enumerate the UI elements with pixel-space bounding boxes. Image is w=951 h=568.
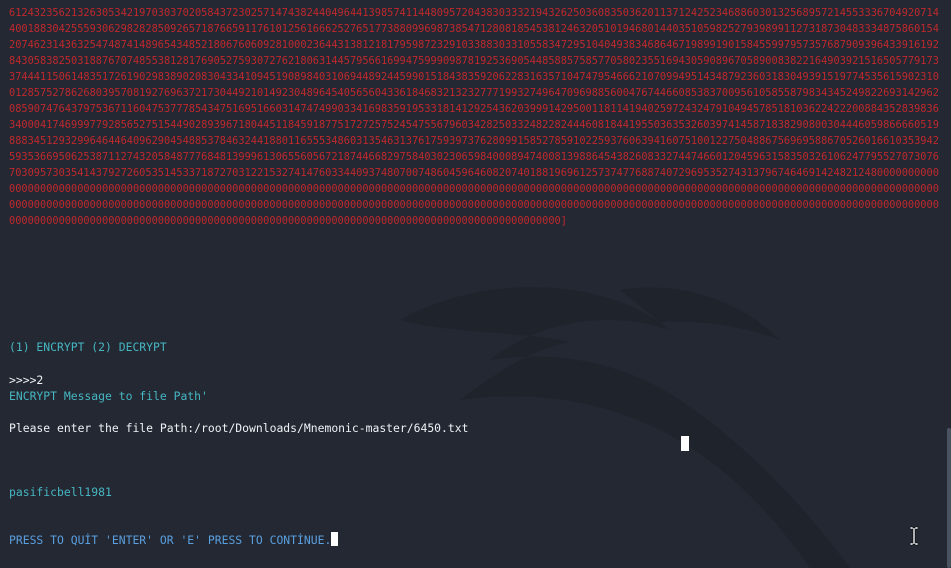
terminal-scrollbar[interactable] xyxy=(945,0,951,568)
terminal-output[interactable]: 6124323562132630534219703037020584372302… xyxy=(9,0,944,568)
input-prompt-line: >>>>2 xyxy=(9,373,44,387)
text-cursor xyxy=(331,532,339,546)
menu-options-line: (1) ENCRYPT (2) DECRYPT xyxy=(9,340,167,354)
quit-prompt-text: PRESS TO QUİT 'ENTER' OR 'E' PRESS TO CO… xyxy=(9,533,332,547)
block-cursor xyxy=(681,436,689,451)
quit-prompt-line[interactable]: PRESS TO QUİT 'ENTER' OR 'E' PRESS TO CO… xyxy=(9,532,339,548)
scrollbar-thumb[interactable] xyxy=(947,428,951,568)
file-path-prompt-line: Please enter the file Path:/root/Downloa… xyxy=(9,421,469,435)
result-text-line: pasificbell1981 xyxy=(9,485,112,499)
decrypted-number-output: 6124323562132630534219703037020584372302… xyxy=(9,7,939,227)
encrypt-message-line: ENCRYPT Message to file Path' xyxy=(9,389,208,403)
text-ibeam-cursor-icon xyxy=(909,526,919,546)
